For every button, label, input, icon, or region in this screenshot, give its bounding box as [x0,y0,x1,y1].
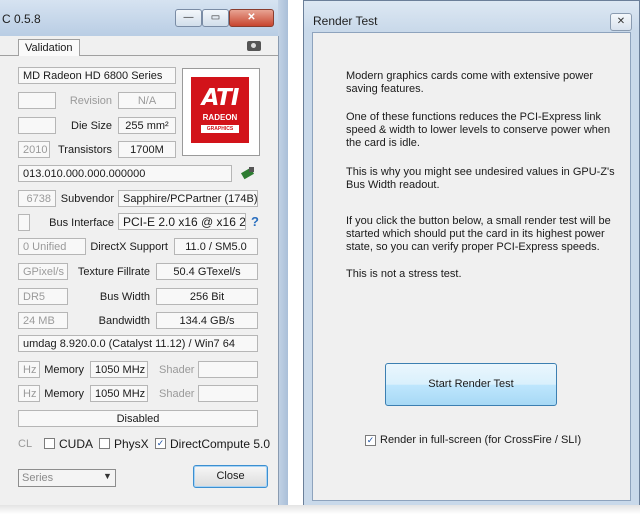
fullscreen-checkbox[interactable]: ✓ [365,435,376,446]
transistors-field[interactable]: 1700M [118,141,176,158]
maximize-button[interactable]: ▭ [202,9,229,27]
render-test-dialog: Render Test ✕ Modern graphics cards come… [303,0,640,514]
ati-radeon-logo: ATI RADEON GRAPHICS [182,68,260,156]
rops-field[interactable] [18,214,30,231]
fullscreen-label: Render in full-screen (for CrossFire / S… [380,434,582,446]
diesize-field[interactable]: 255 mm² [118,117,176,134]
shader-label: Shader [159,364,195,376]
device-id-field[interactable]: 6738 [18,190,56,207]
diesize-label: Die Size [71,120,112,132]
render-test-close-button[interactable]: ✕ [610,13,632,31]
gpuz-titlebar[interactable]: C 0.5.8 — ▭ ✕ [0,0,288,36]
physx-label: PhysX [114,437,149,451]
render-test-client: Modern graphics cards come with extensiv… [312,32,631,501]
shader-clock-field[interactable] [198,361,258,378]
memory-type-field[interactable]: DR5 [18,288,68,305]
transistors-label: Transistors [58,144,112,156]
chevron-down-icon: ▼ [103,471,112,481]
render-test-title: Render Test [313,14,378,28]
gpu-field[interactable] [18,92,56,109]
businterface-field[interactable]: PCI-E 2.0 x16 @ x16 2.0 [118,213,246,230]
start-render-test-button[interactable]: Start Render Test [385,363,557,406]
close-button[interactable]: Close [193,465,268,488]
paragraph-pcie-link: One of these functions reduces the PCI-E… [346,111,611,149]
businterface-label: Bus Interface [49,217,114,229]
crossfire-field[interactable]: Disabled [18,410,258,427]
gpu-clock-field[interactable]: Hz [18,361,40,378]
shaders-field[interactable]: 0 Unified [18,238,86,255]
physx-checkbox[interactable] [99,438,110,449]
name-field[interactable]: MD Radeon HD 6800 Series [18,67,176,84]
minimize-button[interactable]: — [175,9,202,27]
gpu-select-dropdown[interactable]: Series ▼ [18,469,116,487]
opencl-label: CL [18,438,33,450]
memory-label-default: Memory [44,388,84,400]
tab-validation[interactable]: Validation [18,39,80,56]
gpuz-title: C 0.5.8 [2,12,41,26]
pixel-fillrate-field[interactable]: GPixel/s [18,263,68,280]
ati-logo-text: ATI [201,85,240,111]
default-memory-clock-field[interactable]: 1050 MHz [90,385,148,402]
texture-fillrate-label: Texture Fillrate [77,266,150,278]
close-window-button[interactable]: ✕ [229,9,274,27]
technology-field[interactable] [18,117,56,134]
help-icon[interactable]: ? [251,214,259,229]
radeon-logo-text: RADEON [202,113,238,122]
bottom-shadow [0,505,640,514]
driver-version-field[interactable]: umdag 8.920.0.0 (Catalyst 11.12) / Win7 … [18,335,258,352]
cuda-label: CUDA [59,437,94,451]
subvendor-field[interactable]: Sapphire/PCPartner (174B) [118,190,258,207]
render-test-frame: Render Test ✕ Modern graphics cards come… [303,0,640,508]
paragraph-power-saving: Modern graphics cards come with extensiv… [346,70,594,95]
camera-icon[interactable] [247,41,261,51]
subvendor-label: Subvendor [60,193,114,205]
paragraph-bus-width: This is why you might see undesired valu… [346,166,615,191]
texture-fillrate-field[interactable]: 50.4 GTexel/s [156,263,258,280]
gpuz-window: C 0.5.8 — ▭ ✕ Validation MD Radeon HD 68… [0,0,288,514]
memory-label: Memory [44,364,84,376]
buswidth-label: Bus Width [99,291,150,303]
revision-label: Revision [69,95,112,107]
directx-field[interactable]: 11.0 / SM5.0 [174,238,258,255]
bandwidth-field[interactable]: 134.4 GB/s [156,312,258,329]
cuda-checkbox[interactable] [44,438,55,449]
memory-clock-field[interactable]: 1050 MHz [90,361,148,378]
directx-label: DirectX Support [90,241,168,253]
graphics-logo-text: GRAPHICS [201,125,239,133]
paragraph-render-test-info: If you click the button below, a small r… [346,215,611,253]
default-shader-clock-field[interactable] [198,385,258,402]
directcompute-label: DirectCompute 5.0 [170,437,271,451]
buswidth-field[interactable]: 256 Bit [156,288,258,305]
revision-field[interactable]: N/A [118,92,176,109]
paragraph-not-stress-test: This is not a stress test. [346,268,462,280]
bios-version-field[interactable]: 013.010.000.000.000000 [18,165,232,182]
default-clock-field[interactable]: Hz [18,385,40,402]
bios-chip-icon[interactable] [240,166,255,180]
bandwidth-label: Bandwidth [98,315,150,327]
memory-size-field[interactable]: 24 MB [18,312,68,329]
directcompute-checkbox[interactable]: ✓ [155,438,166,449]
release-date-field[interactable]: 2010 [18,141,50,158]
gpuz-right-frame [278,0,288,514]
shader-label-default: Shader [159,388,195,400]
gpu-select-value: Series [22,472,54,484]
